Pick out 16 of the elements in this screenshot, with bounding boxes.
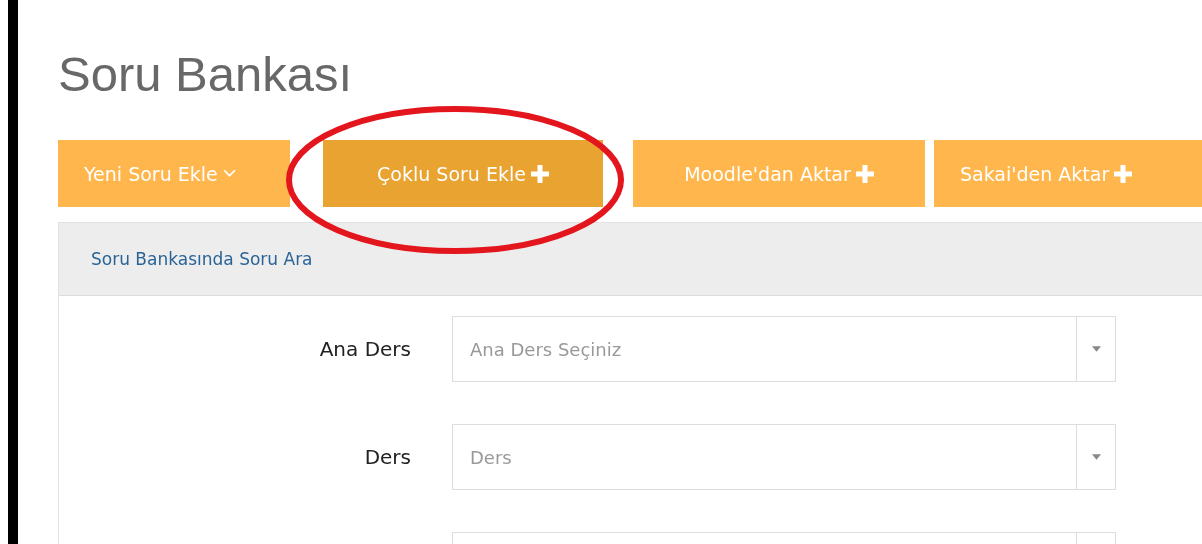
field-label: Ders bbox=[364, 445, 411, 469]
action-button[interactable]: Sakai'den Aktar bbox=[934, 140, 1202, 207]
dropdown-arrow-icon bbox=[1091, 346, 1101, 352]
select-field[interactable]: Ders bbox=[452, 424, 1116, 490]
action-button[interactable]: Çoklu Soru Ekle bbox=[323, 140, 603, 207]
plus-icon bbox=[1114, 164, 1133, 183]
dropdown-arrow-icon bbox=[1091, 454, 1101, 460]
action-button[interactable]: Moodle'dan Aktar bbox=[633, 140, 925, 207]
plus-icon bbox=[855, 164, 874, 183]
panel-title: Soru Bankasında Soru Ara bbox=[91, 249, 313, 269]
chevron-down-icon bbox=[222, 169, 236, 178]
action-button[interactable]: Yeni Soru Ekle bbox=[58, 140, 290, 207]
plus-icon bbox=[530, 164, 549, 183]
select-field[interactable]: Ana Ders Seçiniz bbox=[452, 316, 1116, 382]
page-title: Soru Bankası bbox=[58, 46, 354, 103]
field-label: Ana Ders bbox=[319, 337, 411, 361]
